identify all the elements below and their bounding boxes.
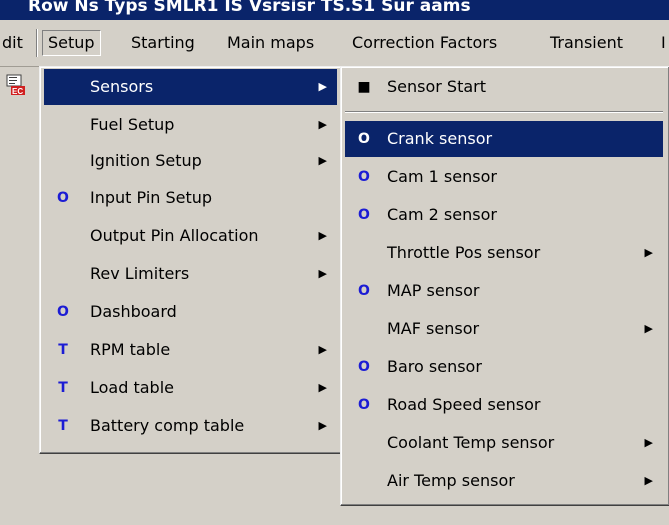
table-icon: T — [58, 342, 68, 358]
input-pin-icon: O — [57, 190, 69, 206]
menu-item-label: Cam 2 sensor — [387, 205, 497, 224]
menu-main-maps[interactable]: Main maps — [227, 30, 314, 56]
table-icon: T — [58, 418, 68, 434]
setup-item-rev-limiters[interactable]: Rev Limiters ▶ — [44, 256, 337, 292]
sensors-item-sensor-start[interactable]: ■ Sensor Start — [345, 69, 663, 105]
submenu-arrow-icon: ▶ — [644, 322, 653, 335]
setup-item-load-table[interactable]: T Load table ▶ — [44, 370, 337, 406]
menu-item-label: Output Pin Allocation — [90, 226, 259, 245]
svg-text:EC: EC — [12, 87, 23, 96]
submenu-arrow-icon: ▶ — [318, 118, 327, 131]
ecu-toolbar-icon[interactable]: EC — [6, 74, 28, 96]
menu-item-label: Input Pin Setup — [90, 188, 213, 207]
window-title: Row Ns Typs SMLR1 IS Vsrsisr TS.S1 Sur a… — [28, 0, 471, 16]
menu-item-label: Dashboard — [90, 302, 177, 321]
sensors-item-cam-1-sensor[interactable]: O Cam 1 sensor — [345, 159, 663, 195]
menu-item-label: Crank sensor — [387, 129, 493, 148]
menu-item-label: Coolant Temp sensor — [387, 433, 555, 452]
setup-item-input-pin-setup[interactable]: O Input Pin Setup — [44, 180, 337, 216]
submenu-arrow-icon: ▶ — [318, 419, 327, 432]
sensor-icon: O — [358, 397, 370, 413]
sensors-item-baro-sensor[interactable]: O Baro sensor — [345, 349, 663, 385]
setup-item-sensors[interactable]: Sensors ▶ — [44, 69, 337, 105]
sensors-item-air-temp-sensor[interactable]: Air Temp sensor ▶ — [345, 463, 663, 499]
sensors-item-crank-sensor[interactable]: O Crank sensor — [345, 121, 663, 157]
menu-item-label: RPM table — [90, 340, 171, 359]
menu-item-label: Road Speed sensor — [387, 395, 541, 414]
menu-edit[interactable]: dit — [2, 30, 23, 56]
submenu-arrow-icon: ▶ — [318, 80, 327, 93]
submenu-arrow-icon: ▶ — [318, 229, 327, 242]
setup-item-battery-comp-table[interactable]: T Battery comp table ▶ — [44, 408, 337, 444]
menu-setup[interactable]: Setup — [42, 30, 101, 56]
menu-item-label: Rev Limiters — [90, 264, 190, 283]
submenu-arrow-icon: ▶ — [318, 267, 327, 280]
menu-item-label: Baro sensor — [387, 357, 482, 376]
menu-item-label: MAP sensor — [387, 281, 480, 300]
setup-item-rpm-table[interactable]: T RPM table ▶ — [44, 332, 337, 368]
submenu-arrow-icon: ▶ — [318, 381, 327, 394]
setup-item-output-pin-allocation[interactable]: Output Pin Allocation ▶ — [44, 218, 337, 254]
setup-item-fuel-setup[interactable]: Fuel Setup ▶ — [44, 107, 337, 143]
submenu-arrow-icon: ▶ — [318, 343, 327, 356]
menu-transient[interactable]: Transient — [550, 30, 623, 56]
sensor-icon: O — [358, 359, 370, 375]
sensor-start-icon: ■ — [357, 79, 371, 95]
setup-menu: Sensors ▶ Fuel Setup ▶ Ignition Setup ▶ … — [39, 66, 344, 454]
menu-item-label: Fuel Setup — [90, 115, 175, 134]
menu-divider — [345, 111, 663, 113]
menu-item-label: Battery comp table — [90, 416, 245, 435]
menu-separator — [36, 29, 38, 57]
sensors-item-throttle-pos-sensor[interactable]: Throttle Pos sensor ▶ — [345, 235, 663, 271]
menu-item-label: Sensors — [90, 77, 154, 96]
menu-starting[interactable]: Starting — [131, 30, 195, 56]
submenu-arrow-icon: ▶ — [644, 474, 653, 487]
menu-item-label: Air Temp sensor — [387, 471, 515, 490]
menu-item-label: Load table — [90, 378, 174, 397]
submenu-arrow-icon: ▶ — [644, 246, 653, 259]
table-icon: T — [58, 380, 68, 396]
setup-item-ignition-setup[interactable]: Ignition Setup ▶ — [44, 143, 337, 179]
dashboard-icon: O — [57, 304, 69, 320]
title-bar: Row Ns Typs SMLR1 IS Vsrsisr TS.S1 Sur a… — [0, 0, 669, 20]
sensor-icon: O — [358, 207, 370, 223]
sensors-item-cam-2-sensor[interactable]: O Cam 2 sensor — [345, 197, 663, 233]
sensors-item-road-speed-sensor[interactable]: O Road Speed sensor — [345, 387, 663, 423]
menu-item-label: MAF sensor — [387, 319, 480, 338]
menu-correction-factors[interactable]: Correction Factors — [352, 30, 497, 56]
sensors-item-map-sensor[interactable]: O MAP sensor — [345, 273, 663, 309]
sensors-submenu: ■ Sensor Start O Crank sensor O Cam 1 se… — [340, 66, 669, 506]
setup-item-dashboard[interactable]: O Dashboard — [44, 294, 337, 330]
menu-bar: dit Setup Starting Main maps Correction … — [0, 20, 669, 67]
submenu-arrow-icon: ▶ — [644, 436, 653, 449]
submenu-arrow-icon: ▶ — [318, 154, 327, 167]
sensors-item-coolant-temp-sensor[interactable]: Coolant Temp sensor ▶ — [345, 425, 663, 461]
menu-item-label: Ignition Setup — [90, 151, 202, 170]
menu-more[interactable]: I — [661, 30, 666, 56]
menu-item-label: Sensor Start — [387, 77, 487, 96]
menu-item-label: Cam 1 sensor — [387, 167, 497, 186]
sensor-icon: O — [358, 283, 370, 299]
menu-item-label: Throttle Pos sensor — [387, 243, 541, 262]
sensors-item-maf-sensor[interactable]: MAF sensor ▶ — [345, 311, 663, 347]
sensor-icon: O — [358, 131, 370, 147]
sensor-icon: O — [358, 169, 370, 185]
